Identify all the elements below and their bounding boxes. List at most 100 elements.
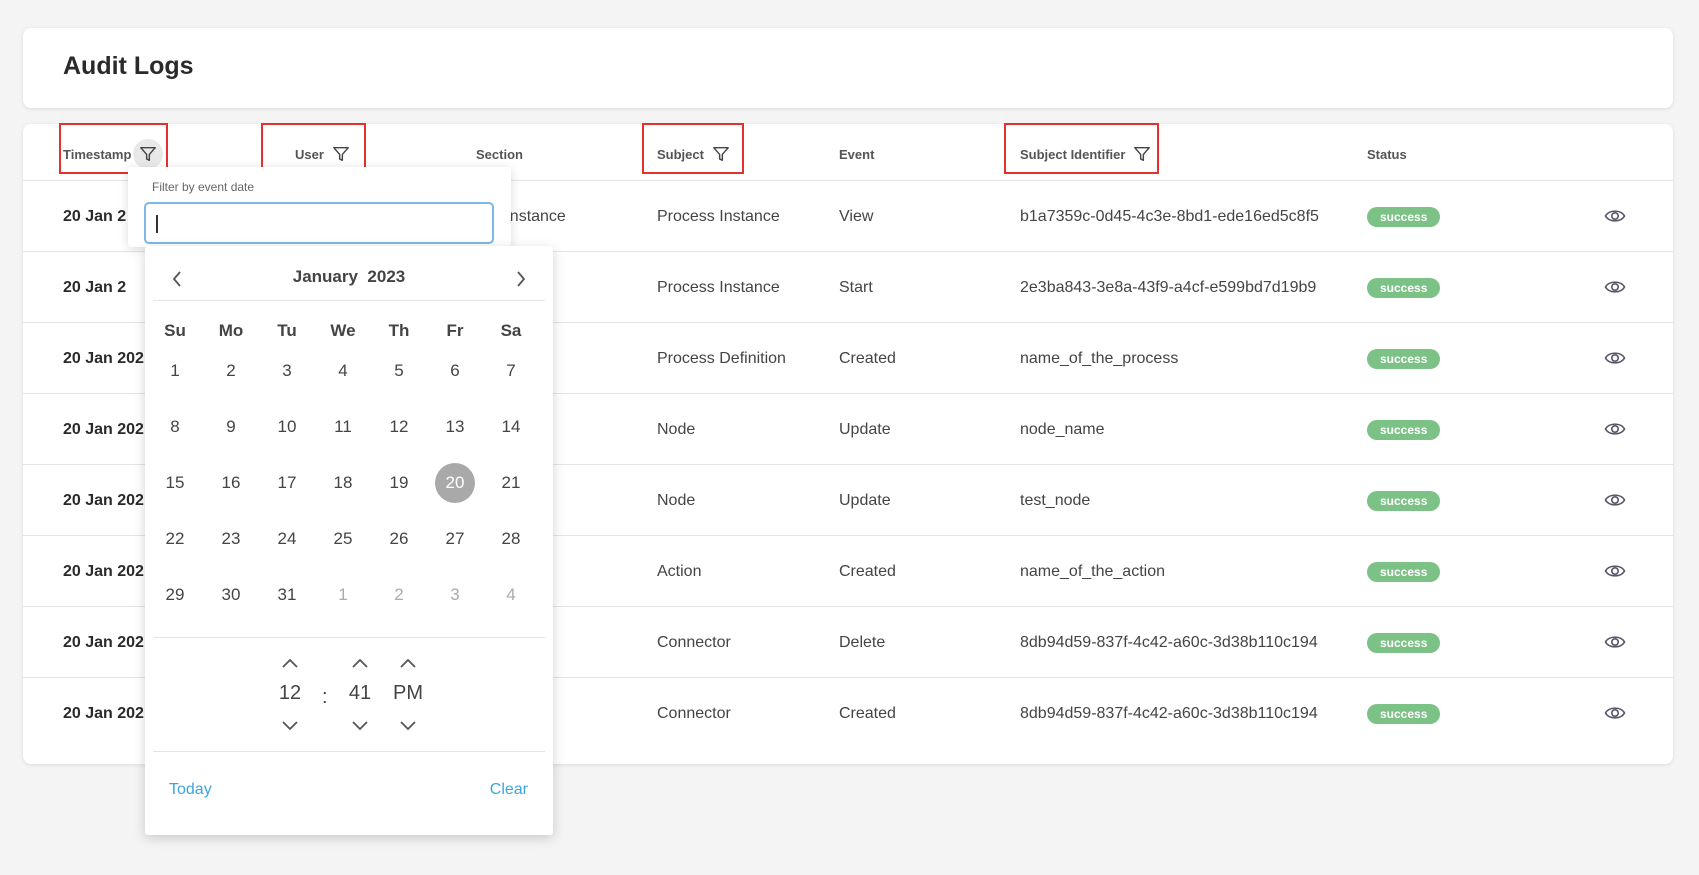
cell-subject-identifier: 2e3ba843-3e8a-43f9-a4cf-e599bd7d19b9 <box>1020 278 1317 296</box>
view-details-button[interactable] <box>1604 349 1626 367</box>
calendar-day[interactable]: 31 <box>267 575 307 615</box>
cell-subject-identifier: b1a7359c-0d45-4c3e-8bd1-ede16ed5c8f5 <box>1020 207 1319 225</box>
ampm-up-button[interactable] <box>396 654 420 672</box>
calendar-day[interactable]: 6 <box>435 351 475 391</box>
minute-up-button[interactable] <box>348 654 372 672</box>
hour-up-button[interactable] <box>278 654 302 672</box>
cell-subject: Connector <box>657 704 731 722</box>
cell-status: success <box>1367 252 1441 323</box>
chevron-down-icon <box>282 720 298 730</box>
calendar-panel: January 2023 Su Mo Tu We Th Fr Sa 1 2 3 4 5 6 7 8 9 10 1… <box>145 246 553 835</box>
text-caret <box>156 215 158 233</box>
view-details-button[interactable] <box>1604 207 1626 225</box>
calendar-day[interactable]: 25 <box>323 519 363 559</box>
calendar-day[interactable]: 13 <box>435 407 475 447</box>
calendar-day[interactable]: 24 <box>267 519 307 559</box>
ampm-down-button[interactable] <box>396 716 420 734</box>
cell-subject-identifier: node_name <box>1020 420 1105 438</box>
calendar-day[interactable]: 4 <box>323 351 363 391</box>
eye-icon <box>1604 636 1626 648</box>
calendar-day[interactable]: 15 <box>155 463 195 503</box>
calendar-day[interactable]: 11 <box>323 407 363 447</box>
cell-status: success <box>1367 394 1441 465</box>
calendar-day[interactable]: 17 <box>267 463 307 503</box>
view-details-button[interactable] <box>1604 491 1626 509</box>
calendar-day[interactable]: 8 <box>155 407 195 447</box>
cell-status: success <box>1367 181 1441 252</box>
cell-status: success <box>1367 465 1441 536</box>
calendar-day[interactable]: 18 <box>323 463 363 503</box>
status-badge: success <box>1367 490 1441 511</box>
cell-subject: Process Instance <box>657 207 780 225</box>
status-badge: success <box>1367 277 1441 298</box>
view-details-button[interactable] <box>1604 420 1626 438</box>
view-details-button[interactable] <box>1604 562 1626 580</box>
eye-icon <box>1604 210 1626 222</box>
calendar-day[interactable]: 29 <box>155 575 195 615</box>
calendar-day[interactable]: 19 <box>379 463 419 503</box>
calendar-day[interactable]: 2 <box>379 575 419 615</box>
calendar-day[interactable]: 4 <box>491 575 531 615</box>
cell-status: success <box>1367 536 1441 607</box>
cell-subject: Action <box>657 562 702 580</box>
cell-event: Update <box>839 420 891 438</box>
calendar-day[interactable]: 3 <box>267 351 307 391</box>
highlight-box <box>642 123 744 174</box>
minute-value[interactable]: 41 <box>348 682 372 705</box>
calendar-day[interactable]: 21 <box>491 463 531 503</box>
cell-subject: Node <box>657 420 696 438</box>
status-badge: success <box>1367 348 1441 369</box>
column-header-label: Section <box>476 146 523 162</box>
date-filter-popover: Filter by event date <box>128 167 511 247</box>
eye-icon <box>1604 423 1626 435</box>
calendar-day[interactable]: 10 <box>267 407 307 447</box>
calendar-day[interactable]: 1 <box>323 575 363 615</box>
cell-subject: Process Instance <box>657 278 780 296</box>
calendar-day[interactable]: 2 <box>211 351 251 391</box>
calendar-day[interactable]: 27 <box>435 519 475 559</box>
chevron-down-icon <box>400 720 416 730</box>
calendar-day[interactable]: 3 <box>435 575 475 615</box>
status-badge: success <box>1367 632 1441 653</box>
calendar-month-year: January 2023 <box>145 267 553 287</box>
chevron-up-icon <box>400 658 416 668</box>
view-details-button[interactable] <box>1604 278 1626 296</box>
hour-value[interactable]: 12 <box>278 682 302 705</box>
clear-button[interactable]: Clear <box>490 781 528 799</box>
calendar-day[interactable]: 5 <box>379 351 419 391</box>
date-filter-input[interactable] <box>144 202 494 244</box>
weekday-label: Fr <box>446 321 464 340</box>
cell-subject-identifier: name_of_the_action <box>1020 562 1165 580</box>
cell-event: Created <box>839 704 896 722</box>
cell-subject-identifier: 8db94d59-837f-4c42-a60c-3d38b110c194 <box>1020 633 1318 651</box>
calendar-day[interactable]: 23 <box>211 519 251 559</box>
calendar-day[interactable]: 14 <box>491 407 531 447</box>
view-details-button[interactable] <box>1604 633 1626 651</box>
status-badge: success <box>1367 703 1441 724</box>
page-header: Audit Logs <box>23 28 1673 108</box>
next-month-button[interactable] <box>506 264 536 294</box>
calendar-day[interactable]: 12 <box>379 407 419 447</box>
ampm-value[interactable]: PM <box>391 682 425 705</box>
today-button[interactable]: Today <box>169 781 212 799</box>
calendar-day[interactable]: 9 <box>211 407 251 447</box>
column-header-label: Status <box>1367 146 1407 162</box>
calendar-day[interactable]: 26 <box>379 519 419 559</box>
calendar-day[interactable]: 22 <box>155 519 195 559</box>
calendar-day[interactable]: 1 <box>155 351 195 391</box>
eye-icon <box>1604 352 1626 364</box>
calendar-day-selected[interactable]: 20 <box>435 463 475 503</box>
cell-subject: Connector <box>657 633 731 651</box>
eye-icon <box>1604 565 1626 577</box>
hour-down-button[interactable] <box>278 716 302 734</box>
minute-down-button[interactable] <box>348 716 372 734</box>
chevron-right-icon <box>517 271 526 287</box>
weekday-label: We <box>330 321 356 340</box>
calendar-month: January <box>292 267 358 286</box>
chevron-up-icon <box>352 658 368 668</box>
view-details-button[interactable] <box>1604 704 1626 722</box>
calendar-day[interactable]: 28 <box>491 519 531 559</box>
calendar-day[interactable]: 30 <box>211 575 251 615</box>
calendar-day[interactable]: 7 <box>491 351 531 391</box>
calendar-day[interactable]: 16 <box>211 463 251 503</box>
